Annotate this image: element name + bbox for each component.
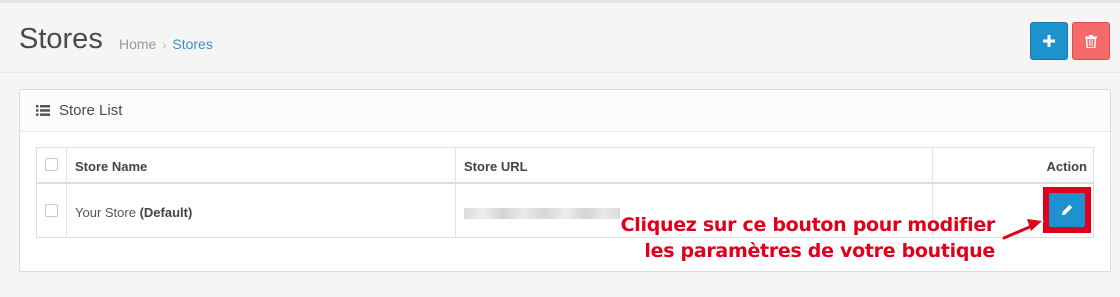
breadcrumb-stores[interactable]: Stores — [172, 36, 212, 52]
trash-icon — [1085, 34, 1097, 48]
edit-store-button[interactable] — [1049, 193, 1085, 227]
column-header-action: Action — [1046, 159, 1087, 174]
column-header-store-name[interactable]: Store Name — [75, 159, 147, 174]
breadcrumb-home[interactable]: Home — [119, 36, 156, 52]
store-name: Your Store — [75, 205, 136, 220]
table-header-row: Store Name Store URL Action — [37, 148, 1093, 184]
panel-heading: Store List — [20, 90, 1110, 132]
annotation-line-1: Cliquez sur ce bouton pour modifier — [620, 214, 996, 236]
column-header-store-url[interactable]: Store URL — [464, 159, 528, 174]
panel-title: Store List — [59, 102, 123, 119]
annotation-line-2: les paramètres de votre boutique — [644, 240, 995, 262]
select-all-checkbox[interactable] — [45, 158, 58, 171]
add-store-button[interactable] — [1030, 22, 1068, 60]
store-url-obscured — [464, 208, 620, 219]
breadcrumb-separator: › — [162, 38, 167, 52]
list-icon — [36, 105, 50, 116]
plus-icon — [1043, 35, 1055, 47]
default-tag: (Default) — [139, 205, 193, 220]
page-title: Stores — [19, 23, 103, 55]
delete-store-button[interactable] — [1072, 22, 1110, 60]
page-header: Stores Home › Stores — [0, 3, 1120, 73]
pencil-icon — [1062, 204, 1073, 216]
row-checkbox[interactable] — [45, 204, 58, 217]
breadcrumb: Home › Stores — [119, 36, 213, 52]
annotation-arrow-icon — [1001, 216, 1044, 241]
store-name-cell: Your Store (Default) — [75, 205, 192, 220]
